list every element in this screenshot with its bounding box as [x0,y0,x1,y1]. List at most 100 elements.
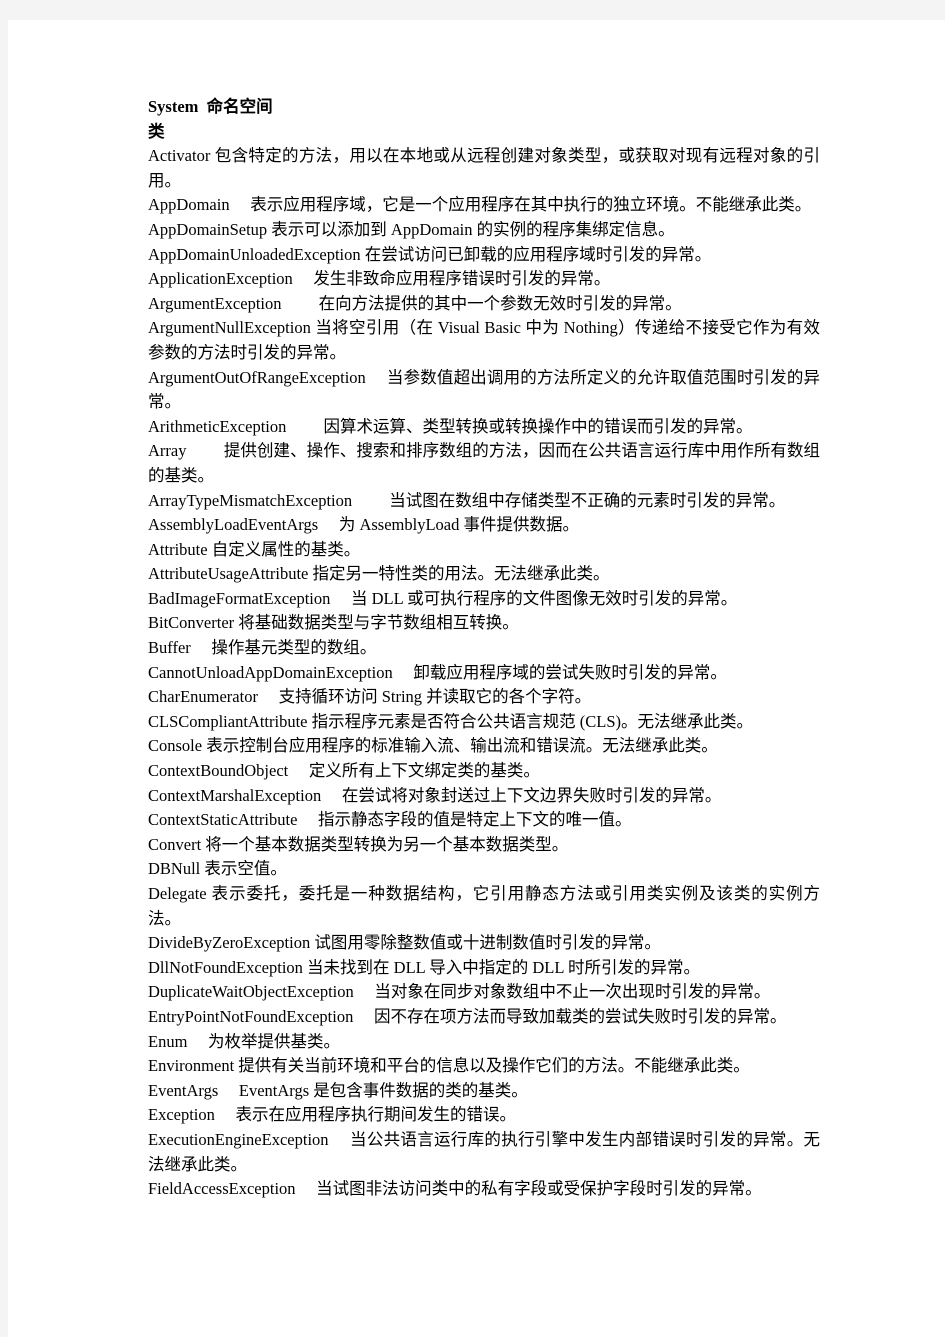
class-entry: BadImageFormatException 当 DLL 或可执行程序的文件图… [148,587,820,612]
class-name: Delegate [148,884,207,903]
class-entry: Buffer 操作基元类型的数组。 [148,636,820,661]
class-name: CLSCompliantAttribute [148,711,308,731]
class-name: Attribute [148,539,208,559]
class-name: ArgumentNullException [148,318,311,338]
class-description: 因算术运算、类型转换或转换操作中的错误而引发的异常。 [286,416,753,436]
class-description: 表示在应用程序执行期间发生的错误。 [214,1105,517,1125]
class-name: Convert [148,834,202,854]
class-entry: ApplicationException 发生非致命应用程序错误时引发的异常。 [148,267,820,292]
class-description: 指示程序元素是否符合公共语言规范 (CLS)。无法继承此类。 [307,711,753,731]
class-entry: DuplicateWaitObjectException 当对象在同步对象数组中… [148,980,820,1005]
class-name: AssemblyLoadEventArgs [148,515,319,535]
class-entry: ArgumentOutOfRangeException 当参数值超出调用的方法所… [148,366,820,415]
class-description: 在向方法提供的其中一个参数无效时引发的异常。 [281,293,682,313]
class-description: EventArgs 是包含事件数据的类的基类。 [218,1080,528,1100]
class-name: Exception [148,1105,215,1125]
page-title: System 命名空间 [148,97,273,116]
class-name: EntryPointNotFoundException [148,1006,354,1026]
document-body: System 命名空间 类 Activator 包含特定的方法，用以在本地或从远… [148,95,820,1202]
class-description: 提供有关当前环境和平台的信息以及操作它们的方法。不能继承此类。 [234,1056,750,1076]
class-description: 自定义属性的基类。 [207,539,361,559]
class-description: 表示控制台应用程序的标准输入流、输出流和错误流。无法继承此类。 [202,736,718,756]
class-entry: AppDomainSetup 表示可以添加到 AppDomain 的实例的程序集… [148,218,820,243]
class-entry: ArgumentException 在向方法提供的其中一个参数无效时引发的异常。 [148,292,820,317]
class-description: 提供创建、操作、搜索和排序数组的方法，因而在公共语言运行库中用作所有数组的基类。 [148,441,820,485]
class-name: AppDomainUnloadedException [148,244,361,264]
class-name: DllNotFoundException [148,957,303,977]
class-entry: Environment 提供有关当前环境和平台的信息以及操作它们的方法。不能继承… [148,1054,820,1079]
class-description: 表示委托，委托是一种数据结构，它引用静态方法或引用类实例及该类的实例方法。 [148,884,820,928]
class-name: AppDomain [148,195,230,215]
class-name: AppDomainSetup [148,219,268,239]
class-description: 当试图在数组中存储类型不正确的元素时引发的异常。 [352,490,786,510]
class-entry: Activator 包含特定的方法，用以在本地或从远程创建对象类型，或获取对现有… [148,144,820,193]
class-description: 在尝试将对象封送过上下文边界失败时引发的异常。 [321,785,722,805]
class-description: 试图用零除整数值或十进制数值时引发的异常。 [310,933,661,953]
class-description: 当未找到在 DLL 导入中指定的 DLL 时所引发的异常。 [302,957,700,977]
class-name: DivideByZeroException [148,933,311,953]
class-entry: ArrayTypeMismatchException 当试图在数组中存储类型不正… [148,489,820,514]
class-description: 支持循环访问 String 并读取它的各个字符。 [257,687,592,707]
class-name: Array [148,441,187,461]
class-name: CannotUnloadAppDomainException [148,662,393,682]
class-name: DuplicateWaitObjectException [148,982,354,1002]
class-name: ContextMarshalException [148,785,322,805]
class-entry: EventArgs EventArgs 是包含事件数据的类的基类。 [148,1079,820,1104]
class-entry: ArgumentNullException 当将空引用（在 Visual Bas… [148,316,820,365]
class-entry: EntryPointNotFoundException 因不存在项方法而导致加载… [148,1005,820,1030]
class-name: ArithmeticException [148,416,287,436]
section-heading: 类 [148,121,165,141]
class-name: Buffer [148,638,191,658]
class-entry: ExecutionEngineException 当公共语言运行库的执行引擎中发… [148,1128,820,1177]
class-entry: AppDomainUnloadedException 在尝试访问已卸载的应用程序… [148,243,820,268]
class-entry: Exception 表示在应用程序执行期间发生的错误。 [148,1103,820,1128]
class-entry: ContextMarshalException 在尝试将对象封送过上下文边界失败… [148,784,820,809]
class-name: Environment [148,1056,235,1076]
class-name: ExecutionEngineException [148,1129,329,1149]
class-entry: DllNotFoundException 当未找到在 DLL 导入中指定的 DL… [148,956,820,981]
class-description: 将一个基本数据类型转换为另一个基本数据类型。 [201,834,569,854]
class-entry: ArithmeticException 因算术运算、类型转换或转换操作中的错误而… [148,415,820,440]
class-description: 在尝试访问已卸载的应用程序域时引发的异常。 [360,244,712,264]
class-entry: CharEnumerator 支持循环访问 String 并读取它的各个字符。 [148,685,820,710]
class-entry: AttributeUsageAttribute 指定另一特性类的用法。无法继承此… [148,562,820,587]
class-description: 指定另一特性类的用法。无法继承此类。 [308,564,610,584]
class-entry: DivideByZeroException 试图用零除整数值或十进制数值时引发的… [148,931,820,956]
class-description: 当 DLL 或可执行程序的文件图像无效时引发的异常。 [330,588,738,608]
class-entry: Array 提供创建、操作、搜索和排序数组的方法，因而在公共语言运行库中用作所有… [148,439,820,488]
class-entry: FieldAccessException 当试图非法访问类中的私有字段或受保护字… [148,1177,820,1202]
class-description: 包含特定的方法，用以在本地或从远程创建对象类型，或获取对现有远程对象的引用。 [148,146,820,190]
class-description: 因不存在项方法而导致加载类的尝试失败时引发的异常。 [353,1006,787,1026]
class-name: ContextStaticAttribute [148,810,298,830]
page-sheet: System 命名空间 类 Activator 包含特定的方法，用以在本地或从远… [8,20,945,1337]
class-description: 当对象在同步对象数组中不止一次出现时引发的异常。 [353,982,771,1002]
class-entry: BitConverter 将基础数据类型与字节数组相互转换。 [148,611,820,636]
class-name: CharEnumerator [148,687,258,707]
class-name: Enum [148,1031,188,1051]
class-description: 当试图非法访问类中的私有字段或受保护字段时引发的异常。 [295,1179,762,1199]
class-entry: CannotUnloadAppDomainException 卸载应用程序域的尝… [148,661,820,686]
class-description: 为 AssemblyLoad 事件提供数据。 [318,515,579,535]
class-name: BadImageFormatException [148,588,331,608]
class-description: 发生非致命应用程序错误时引发的异常。 [292,269,611,289]
class-description: 表示空值。 [200,859,287,879]
class-entry: AppDomain 表示应用程序域，它是一个应用程序在其中执行的独立环境。不能继… [148,193,820,218]
class-name: ArrayTypeMismatchException [148,490,353,510]
class-entry: Convert 将一个基本数据类型转换为另一个基本数据类型。 [148,833,820,858]
class-description: 将基础数据类型与字节数组相互转换。 [234,613,519,633]
class-entry: ContextBoundObject 定义所有上下文绑定类的基类。 [148,759,820,784]
class-name: AttributeUsageAttribute [148,564,309,584]
class-entry: ContextStaticAttribute 指示静态字段的值是特定上下文的唯一… [148,808,820,833]
class-name: EventArgs [148,1080,219,1100]
class-description: 为枚举提供基类。 [187,1031,341,1051]
class-name: DBNull [148,859,201,879]
class-name: BitConverter [148,613,235,633]
class-name: ArgumentException [148,293,282,313]
class-description: 表示应用程序域，它是一个应用程序在其中执行的独立环境。不能继承此类。 [229,195,812,215]
class-description: 定义所有上下文绑定类的基类。 [288,761,540,781]
class-description: 表示可以添加到 AppDomain 的实例的程序集绑定信息。 [267,219,675,239]
class-entry: CLSCompliantAttribute 指示程序元素是否符合公共语言规范 (… [148,710,820,735]
class-entry: DBNull 表示空值。 [148,857,820,882]
class-entry: Enum 为枚举提供基类。 [148,1030,820,1055]
class-description: 指示静态字段的值是特定上下文的唯一值。 [297,810,632,830]
